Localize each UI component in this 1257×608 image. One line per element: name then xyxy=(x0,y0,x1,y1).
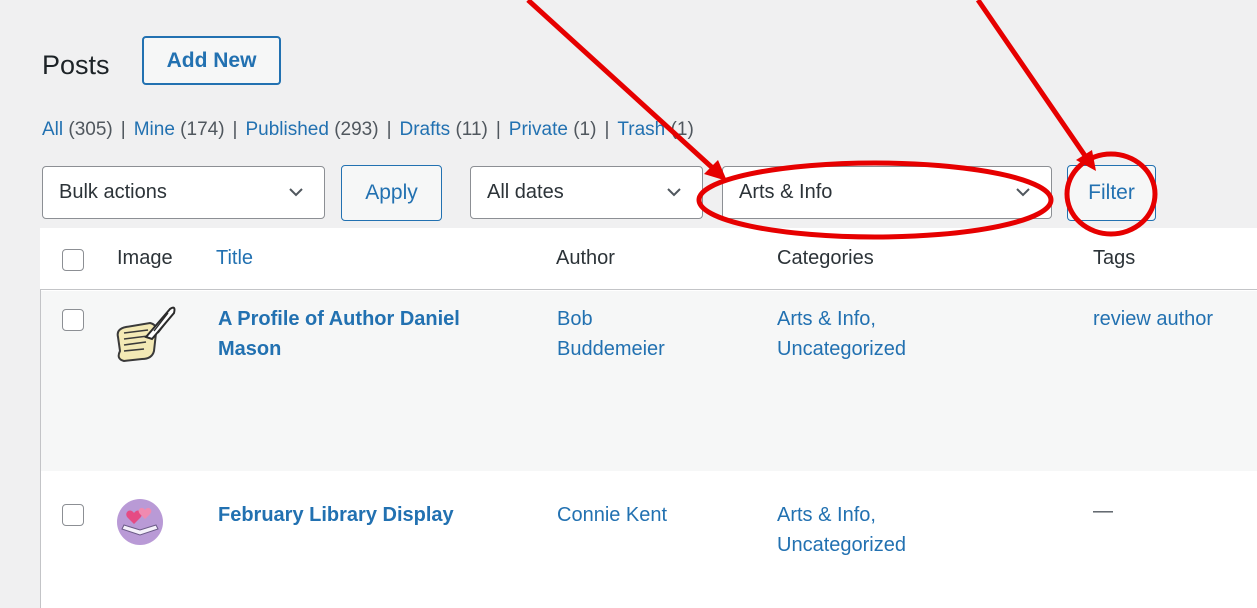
category-link[interactable]: Arts & Info, xyxy=(777,500,906,530)
view-separator: | xyxy=(386,119,392,140)
categories-cell: Arts & Info, Uncategorized xyxy=(777,500,906,560)
view-all-count: (305) xyxy=(68,119,113,140)
chevron-down-icon xyxy=(667,188,681,197)
row-checkbox[interactable] xyxy=(62,504,84,526)
view-private-link[interactable]: Private (1) xyxy=(509,119,597,140)
categories-cell: Arts & Info, Uncategorized xyxy=(777,304,906,364)
view-all-link[interactable]: All (305) xyxy=(42,119,113,140)
author-line: Buddemeier xyxy=(557,338,665,360)
category-link[interactable]: Arts & Info, xyxy=(777,304,906,334)
select-all-checkbox[interactable] xyxy=(62,249,84,271)
view-mine-label: Mine xyxy=(133,119,175,140)
author-line: Bob xyxy=(557,308,593,330)
view-separator: | xyxy=(120,119,126,140)
quill-scroll-icon[interactable] xyxy=(110,303,180,363)
page-title: Posts xyxy=(42,50,110,80)
add-new-button[interactable]: Add New xyxy=(142,36,281,85)
filter-button[interactable]: Filter xyxy=(1067,165,1156,221)
chevron-down-icon xyxy=(1016,188,1030,197)
annotation-arrow-category xyxy=(526,0,727,181)
bulk-actions-select[interactable]: Bulk actions xyxy=(42,166,325,219)
view-published-label: Published xyxy=(245,119,329,140)
view-trash-link[interactable]: Trash (1) xyxy=(617,119,693,140)
category-link[interactable]: Uncategorized xyxy=(777,334,906,364)
author-link[interactable]: Connie Kent xyxy=(557,500,667,530)
date-filter-select[interactable]: All dates xyxy=(470,166,703,219)
category-link[interactable]: Uncategorized xyxy=(777,530,906,560)
view-private-count: (1) xyxy=(573,119,597,140)
hearts-book-icon[interactable] xyxy=(112,497,172,547)
column-author: Author xyxy=(556,247,615,269)
column-title-sort[interactable]: Title xyxy=(216,247,253,270)
view-all-label: All xyxy=(42,119,64,140)
chevron-down-icon xyxy=(289,188,303,197)
bulk-actions-label: Bulk actions xyxy=(59,181,167,203)
annotation-arrow-filter xyxy=(975,0,1096,171)
post-title-line: Mason xyxy=(218,338,282,360)
view-mine-link[interactable]: Mine (174) xyxy=(134,119,225,140)
post-title-line: A Profile of Author Daniel xyxy=(218,308,460,330)
view-drafts-link[interactable]: Drafts (11) xyxy=(400,119,488,140)
tags-link[interactable]: review author xyxy=(1093,304,1213,334)
post-status-views: All (305) | Mine (174) | Published (293) | Dra… xyxy=(42,119,694,141)
column-categories: Categories xyxy=(777,247,874,269)
view-trash-label: Trash xyxy=(617,119,666,140)
view-separator: | xyxy=(495,119,501,140)
tags-empty: — xyxy=(1093,500,1113,522)
view-mine-count: (174) xyxy=(180,119,225,140)
view-drafts-label: Drafts xyxy=(399,119,451,140)
author-link[interactable]: Bob Buddemeier xyxy=(557,304,665,364)
column-image: Image xyxy=(117,247,173,269)
column-tags: Tags xyxy=(1093,247,1136,269)
category-filter-select[interactable]: Arts & Info xyxy=(722,166,1052,219)
row-checkbox[interactable] xyxy=(62,309,84,331)
view-separator: | xyxy=(604,119,610,140)
view-published-count: (293) xyxy=(334,119,379,140)
post-title-link[interactable]: A Profile of Author Daniel Mason xyxy=(218,304,460,364)
date-filter-label: All dates xyxy=(487,181,564,203)
category-filter-label: Arts & Info xyxy=(739,181,833,203)
view-drafts-count: (11) xyxy=(455,119,488,140)
view-published-link[interactable]: Published (293) xyxy=(245,119,378,140)
view-separator: | xyxy=(232,119,238,140)
view-trash-count: (1) xyxy=(670,119,694,140)
view-private-label: Private xyxy=(508,119,568,140)
apply-button[interactable]: Apply xyxy=(341,165,442,221)
post-title-link[interactable]: February Library Display xyxy=(218,500,454,530)
